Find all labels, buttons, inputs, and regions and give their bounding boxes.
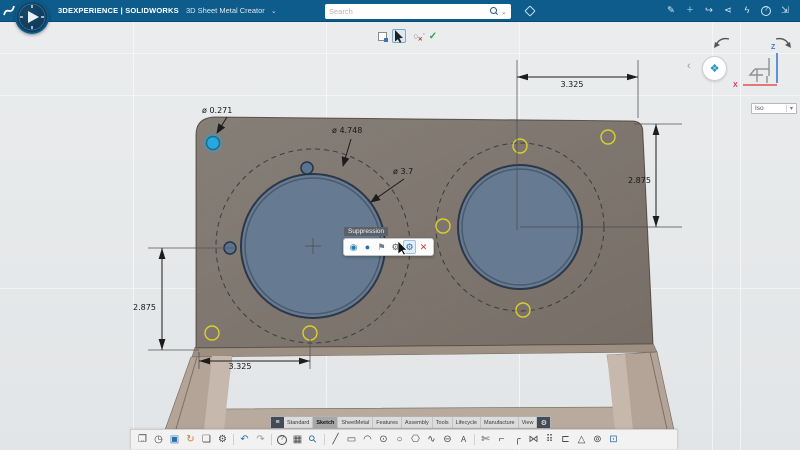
context-tooltip: Suppression: [344, 227, 388, 236]
axis-x-label: X: [733, 82, 738, 89]
application-window: ø 0.271 ø 4.748 ø 3.7 3.325 2.875 2.875 …: [0, 0, 800, 450]
collapse-icon[interactable]: ⇲: [780, 3, 790, 18]
app-title: 3DEXPERIENCE | SOLIDWORKS 3D Sheet Metal…: [58, 6, 277, 15]
dropdown-caret-icon: ▾: [786, 105, 793, 112]
search-input[interactable]: [329, 7, 489, 16]
confirm-sketch-icon[interactable]: ✓: [426, 29, 440, 43]
isolate-icon[interactable]: ●: [361, 240, 374, 254]
pattern-tool-icon[interactable]: ⠿: [542, 431, 557, 449]
shortcuts-icon[interactable]: ϟ: [742, 3, 752, 18]
offset-tool-icon[interactable]: ⊏: [558, 431, 573, 449]
mirror-tool-icon[interactable]: ⋈: [526, 431, 541, 449]
rectangle-tool-icon[interactable]: ▭: [344, 431, 359, 449]
arc-tool-icon[interactable]: ◠: [360, 431, 375, 449]
tab-sketch[interactable]: Sketch: [313, 417, 338, 428]
titlebar-actions: ✎ + ↪ ⋖ ϟ? ⇲: [666, 3, 790, 18]
tab-sheetmetal[interactable]: SheetMetal: [338, 417, 373, 428]
quick-toolbar: ○ ✓: [375, 29, 440, 43]
project-tool-icon[interactable]: ⊚: [590, 431, 605, 449]
tab-manufacture[interactable]: Manufacture: [481, 417, 519, 428]
history-icon[interactable]: ◷: [151, 431, 166, 449]
dimension-right-height[interactable]: 2.875: [628, 176, 651, 185]
view-dropdown-value: Iso: [755, 105, 786, 112]
select-cursor-icon[interactable]: [392, 29, 406, 43]
dimension-left-height[interactable]: 2.875: [133, 303, 156, 312]
tab-tools[interactable]: Tools: [433, 417, 453, 428]
flag-icon[interactable]: ⚑: [375, 240, 388, 254]
add-icon[interactable]: +: [685, 3, 695, 18]
axis-z-label: Z: [771, 44, 775, 51]
cancel-sketch-icon[interactable]: ○: [409, 29, 423, 43]
tab-lifecycle[interactable]: Lifecycle: [453, 417, 481, 428]
app-menu-caret-icon[interactable]: ⌄: [271, 8, 277, 15]
mouse-cursor: [398, 241, 409, 256]
instant-tool-icon[interactable]: ⊡: [606, 431, 621, 449]
dimension-top-width[interactable]: 3.325: [552, 80, 592, 89]
undo-icon[interactable]: ↶: [237, 431, 252, 449]
view-orientation-dropdown[interactable]: Iso ▾: [751, 103, 797, 114]
rotate-view-left-icon[interactable]: [712, 36, 732, 50]
spline-tool-icon[interactable]: ∿: [424, 431, 439, 449]
sheet-metal-part[interactable]: [0, 0, 800, 450]
share-icon[interactable]: ↪: [704, 3, 714, 18]
settings-gear-icon[interactable]: ⚙: [215, 431, 230, 449]
help-icon[interactable]: ?: [761, 6, 771, 16]
toolbar-icon: [271, 434, 272, 445]
dimension-small-hole[interactable]: ø 0.271: [202, 106, 232, 115]
comment-icon[interactable]: ✎: [666, 3, 676, 18]
corner-tool-icon[interactable]: ⌐: [494, 431, 509, 449]
action-bar-menu-icon[interactable]: ≡: [271, 417, 284, 428]
convert-tool-icon[interactable]: △: [574, 431, 589, 449]
delete-icon[interactable]: ✕: [417, 240, 430, 254]
sync-icon[interactable]: ↻: [183, 431, 198, 449]
panel-expand-chevron[interactable]: ‹: [687, 60, 691, 72]
reference-chair-icon: [750, 58, 769, 83]
robot-assistant-button[interactable]: ❖: [702, 56, 727, 81]
help-icon[interactable]: ?: [277, 435, 287, 445]
polygon-tool-icon[interactable]: ⎔: [408, 431, 423, 449]
small-hole-top[interactable]: [301, 162, 313, 174]
fillet-tool-icon[interactable]: ╭: [510, 431, 525, 449]
perimeter-circle-tool-icon[interactable]: ○: [392, 431, 407, 449]
ellipse-tool-icon[interactable]: ⊖: [440, 431, 455, 449]
dimension-bottom-width[interactable]: 3.325: [222, 362, 258, 371]
line-tool-icon[interactable]: ╱: [328, 431, 343, 449]
toolbar-icon: [233, 434, 234, 445]
selection-box-icon[interactable]: [375, 29, 389, 43]
tab-features[interactable]: Features: [373, 417, 402, 428]
redo-icon[interactable]: ↷: [253, 431, 268, 449]
dimension-bolt-circle[interactable]: ø 4.748: [332, 126, 362, 135]
text-tool-icon[interactable]: A: [456, 431, 471, 449]
toolbar-icon: [474, 434, 475, 445]
compass-badge[interactable]: [15, 0, 49, 34]
toolbar-collapse-icon[interactable]: ⌄: [135, 431, 150, 449]
action-bar-options-icon[interactable]: ⚙: [537, 417, 550, 428]
tab-assembly[interactable]: Assembly: [402, 417, 433, 428]
copy-icon[interactable]: ❏: [199, 431, 214, 449]
action-bar: ≡ StandardSketchSheetMetalFeaturesAssemb…: [270, 416, 551, 429]
selected-hole[interactable]: [207, 137, 220, 150]
circle-tool-icon[interactable]: ⊙: [376, 431, 391, 449]
brand-name: 3DEXPERIENCE | SOLIDWORKS: [58, 6, 179, 15]
search-caret-icon[interactable]: ⌄: [501, 8, 507, 16]
trim-tool-icon[interactable]: ✄: [478, 431, 493, 449]
search-bar[interactable]: ⌄: [325, 4, 511, 19]
search-icon[interactable]: [489, 7, 498, 16]
app-name: 3D Sheet Metal Creator: [186, 6, 265, 15]
tab-standard[interactable]: Standard: [284, 417, 313, 428]
sketch-toolbar: ⌄❐◷▣↻❏⚙↶↷?▦⚲╱▭◠⊙○⎔∿⊖A✄⌐╭⋈⠿⊏△⊚⊡: [130, 429, 678, 449]
save-icon[interactable]: ▣: [167, 431, 182, 449]
rotate-view-right-icon[interactable]: [773, 36, 793, 50]
network-icon[interactable]: ⋖: [723, 3, 733, 18]
search-commands-icon[interactable]: ⚲: [302, 428, 325, 450]
dimension-large-hole[interactable]: ø 3.7: [393, 167, 413, 176]
action-bar-tabs: StandardSketchSheetMetalFeaturesAssembly…: [284, 417, 537, 428]
zoom-to-selection-icon[interactable]: ◉: [347, 240, 360, 254]
context-toolbar: ◉●⚑⚙⚙✕: [343, 238, 434, 256]
tab-view[interactable]: View: [519, 417, 538, 428]
dassault-logo: [2, 3, 16, 19]
